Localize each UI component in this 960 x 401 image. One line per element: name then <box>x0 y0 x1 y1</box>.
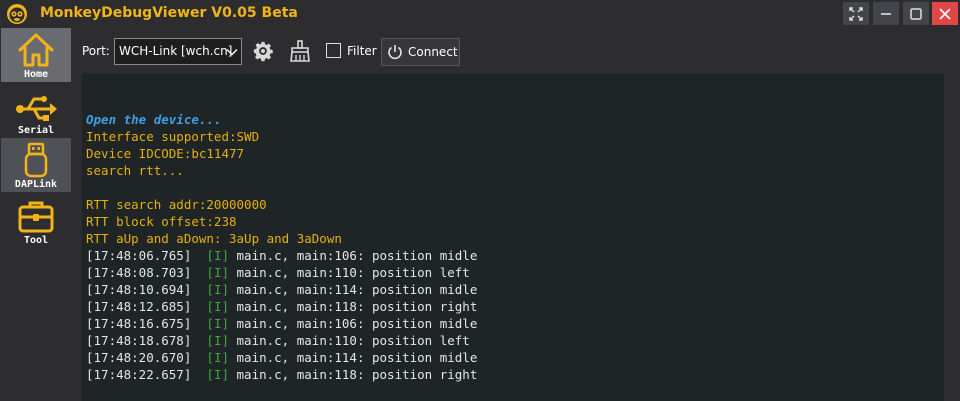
log-message: main.c, main:106: position midle <box>236 248 478 263</box>
sidebar-item-home[interactable]: Home <box>1 28 71 82</box>
log-line: [17:48:08.703] [I] main.c, main:110: pos… <box>86 264 470 281</box>
log-message: main.c, main:114: position midle <box>236 282 478 297</box>
log-timestamp: [17:48:20.670] <box>86 350 192 365</box>
gear-icon[interactable] <box>252 40 274 62</box>
log-message: main.c, main:110: position left <box>236 265 470 280</box>
sidebar-item-label: Serial <box>17 125 55 136</box>
console-line: Device IDCODE:bc11477 <box>86 146 245 161</box>
title-bar: MonkeyDebugViewer V0.05 Beta <box>0 0 960 28</box>
log-level: [I] <box>206 333 229 348</box>
toolbox-icon <box>18 201 54 233</box>
log-timestamp: [17:48:22.657] <box>86 367 192 382</box>
log-timestamp: [17:48:18.678] <box>86 333 192 348</box>
power-icon <box>388 45 402 60</box>
usb-stick-icon <box>24 142 48 178</box>
log-message: main.c, main:110: position left <box>236 333 470 348</box>
log-timestamp: [17:48:16.675] <box>86 316 192 331</box>
log-level: [I] <box>206 282 229 297</box>
console-line: RTT search addr:20000000 <box>86 197 267 212</box>
sidebar-item-label: Tool <box>23 235 49 246</box>
log-level: [I] <box>206 350 229 365</box>
minimize-icon <box>881 12 891 15</box>
log-level: [I] <box>206 299 229 314</box>
log-level: [I] <box>206 265 229 280</box>
log-message: main.c, main:118: position right <box>236 299 478 314</box>
console-line: Interface supported:SWD <box>86 129 260 144</box>
log-timestamp: [17:48:10.694] <box>86 282 192 297</box>
log-timestamp: [17:48:06.765] <box>86 248 192 263</box>
log-timestamp: [17:48:08.703] <box>86 265 192 280</box>
port-select-value: WCH-Link [wch.cn] <box>119 44 233 58</box>
fullscreen-button[interactable] <box>843 2 869 25</box>
app-title: MonkeyDebugViewer V0.05 Beta <box>40 5 298 21</box>
log-line: [17:48:22.657] [I] main.c, main:118: pos… <box>86 366 477 383</box>
home-icon <box>18 33 54 67</box>
log-line: [17:48:12.685] [I] main.c, main:118: pos… <box>86 298 477 315</box>
sidebar-item-serial[interactable]: Serial <box>1 84 71 138</box>
usb-icon <box>16 96 57 121</box>
minimize-button[interactable] <box>873 2 899 25</box>
broom-clear-icon[interactable] <box>288 39 312 63</box>
console-line: RTT block offset:238 <box>86 214 237 229</box>
sidebar-item-label: DAPLink <box>14 179 58 190</box>
log-line: [17:48:06.765] [I] main.c, main:106: pos… <box>86 247 477 264</box>
connect-label: Connect <box>408 45 458 59</box>
console-line: search rtt... <box>86 163 184 178</box>
toolbar: Port: WCH-Link [wch.cn] Filter Connect <box>72 34 960 70</box>
log-line: [17:48:18.678] [I] main.c, main:110: pos… <box>86 332 470 349</box>
fullscreen-icon <box>849 6 863 21</box>
close-button[interactable] <box>932 2 958 25</box>
close-icon <box>939 7 951 20</box>
log-line: [17:48:16.675] [I] main.c, main:106: pos… <box>86 315 477 332</box>
maximize-icon <box>910 7 922 20</box>
maximize-button[interactable] <box>903 2 929 25</box>
log-level: [I] <box>206 248 229 263</box>
log-level: [I] <box>206 316 229 331</box>
connect-button[interactable]: Connect <box>381 38 460 66</box>
port-select[interactable]: WCH-Link [wch.cn] <box>114 38 242 65</box>
sidebar: Home Serial DAPLink Tool <box>0 28 72 401</box>
filter-label: Filter <box>347 44 377 58</box>
console-line: RTT aUp and aDown: 3aUp and 3aDown <box>86 231 342 246</box>
port-label: Port: <box>82 44 110 58</box>
chevron-down-icon <box>226 49 238 56</box>
sidebar-item-tool[interactable]: Tool <box>1 194 71 248</box>
sidebar-item-daplink[interactable]: DAPLink <box>1 138 71 192</box>
monkey-logo-icon <box>7 4 27 24</box>
log-line: [17:48:10.694] [I] main.c, main:114: pos… <box>86 281 477 298</box>
console-line: Open the device... <box>86 112 222 127</box>
log-message: main.c, main:114: position midle <box>236 350 478 365</box>
log-level: [I] <box>206 367 229 382</box>
console-output[interactable]: Open the device... Interface supported:S… <box>82 73 944 401</box>
filter-checkbox[interactable] <box>326 43 341 58</box>
log-message: main.c, main:118: position right <box>236 367 478 382</box>
log-timestamp: [17:48:12.685] <box>86 299 192 314</box>
log-line: [17:48:20.670] [I] main.c, main:114: pos… <box>86 349 477 366</box>
sidebar-item-label: Home <box>23 69 49 80</box>
log-message: main.c, main:106: position midle <box>236 316 478 331</box>
